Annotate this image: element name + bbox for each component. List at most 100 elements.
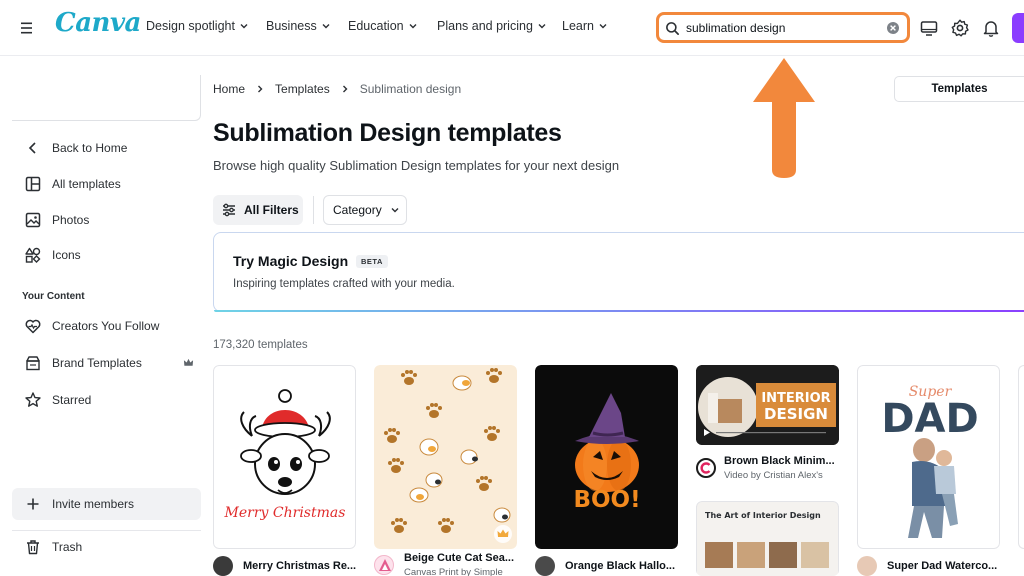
crown-pro-icon bbox=[494, 525, 512, 543]
card-subtitle: Video by Cristian Alex's bbox=[724, 470, 823, 481]
chevron-down-icon bbox=[240, 24, 248, 29]
breadcrumb-current: Sublimation design bbox=[359, 82, 462, 96]
filter-sliders-icon bbox=[223, 203, 235, 217]
magic-design-title: Try Magic Design bbox=[233, 253, 349, 269]
sidebar-item-label: Trash bbox=[52, 540, 83, 554]
sidebar-item-trash[interactable]: Trash bbox=[24, 538, 82, 556]
clear-search-icon[interactable] bbox=[886, 21, 900, 35]
tab-templates[interactable]: Templates bbox=[894, 76, 1024, 102]
page-title: Sublimation Design templates bbox=[213, 119, 562, 147]
card-art-text: Merry Christmas bbox=[224, 505, 346, 521]
magic-design-banner[interactable]: Try Magic Design BETA Inspiring template… bbox=[213, 232, 1024, 312]
results-count: 173,320 templates bbox=[213, 339, 308, 351]
sidebar-back-home[interactable]: Back to Home bbox=[24, 139, 127, 157]
sidebar-item-icons[interactable]: Icons bbox=[24, 246, 81, 264]
nav-design-spotlight[interactable]: Design spotlight bbox=[146, 19, 266, 33]
breadcrumb: Home Templates Sublimation design bbox=[213, 82, 461, 96]
top-bar: Canva Design spotlight Business Educatio… bbox=[0, 0, 1024, 56]
template-thumbnail: Merry Christmas bbox=[213, 365, 356, 549]
card-title[interactable]: Orange Black Hallo... bbox=[565, 560, 678, 572]
chevron-right-icon bbox=[342, 85, 348, 93]
card-footer: Beige Cute Cat Sea... Canvas Print by Si… bbox=[374, 552, 517, 576]
super-dad-illustration: Super DAD bbox=[881, 384, 979, 538]
breadcrumb-home[interactable]: Home bbox=[213, 82, 245, 96]
templates-layout-icon bbox=[25, 176, 41, 192]
nav-label: Design spotlight bbox=[146, 19, 235, 33]
notifications-bell-icon[interactable] bbox=[981, 18, 1001, 38]
card-footer: Super Dad Waterco... bbox=[857, 556, 1000, 576]
chevron-down-icon bbox=[322, 24, 330, 29]
template-card[interactable]: The Art of Interior Design bbox=[696, 501, 839, 576]
nav-business[interactable]: Business bbox=[266, 19, 348, 33]
nav-plans-pricing[interactable]: Plans and pricing bbox=[437, 19, 562, 33]
template-card[interactable] bbox=[374, 365, 517, 549]
sidebar-item-photos[interactable]: Photos bbox=[24, 211, 89, 229]
card-art-text: DAD bbox=[881, 396, 978, 442]
template-card[interactable]: BOO! bbox=[535, 365, 678, 549]
template-card[interactable]: Super DAD bbox=[857, 365, 1000, 549]
desktop-app-icon[interactable] bbox=[919, 18, 939, 38]
template-card[interactable]: Merry Christmas bbox=[213, 365, 356, 549]
chevron-down-icon bbox=[538, 24, 546, 29]
card-title[interactable]: Beige Cute Cat Sea... bbox=[404, 552, 517, 564]
create-design-button[interactable] bbox=[1012, 13, 1024, 43]
up-arrow-annotation-icon bbox=[753, 58, 815, 178]
template-thumbnail: The Art of Interior Design bbox=[696, 501, 839, 576]
all-filters-label: All Filters bbox=[244, 203, 299, 217]
interior-video-art: INTERIOR DESIGN bbox=[696, 365, 839, 445]
sidebar-item-label: Creators You Follow bbox=[52, 319, 160, 333]
search-box[interactable] bbox=[656, 12, 910, 43]
canva-logo[interactable]: Canva bbox=[55, 8, 141, 38]
photo-icon bbox=[25, 212, 41, 228]
chevron-left-icon bbox=[28, 142, 36, 154]
sidebar-item-starred[interactable]: Starred bbox=[24, 391, 91, 409]
card-art-text: BOO! bbox=[573, 487, 640, 513]
trash-icon bbox=[27, 540, 39, 555]
sidebar-item-label: All templates bbox=[52, 177, 121, 191]
chevron-right-icon bbox=[258, 85, 263, 93]
card-title[interactable]: Merry Christmas Re... bbox=[243, 560, 356, 572]
settings-gear-icon[interactable] bbox=[950, 18, 970, 38]
shapes-icon bbox=[25, 247, 41, 263]
breadcrumb-templates[interactable]: Templates bbox=[275, 82, 330, 96]
all-filters-button[interactable]: All Filters bbox=[213, 195, 303, 225]
invite-members-button[interactable]: Invite members bbox=[12, 488, 201, 520]
pumpkin-illustration: BOO! bbox=[573, 393, 641, 513]
cat-paw-pattern bbox=[384, 368, 511, 533]
nav-label: Learn bbox=[562, 19, 594, 33]
template-thumbnail: Super DAD bbox=[857, 365, 1000, 549]
search-input[interactable] bbox=[686, 19, 876, 37]
sidebar-section-heading: Your Content bbox=[22, 291, 85, 302]
creator-logo-icon bbox=[379, 559, 391, 571]
creator-avatar bbox=[374, 555, 394, 575]
template-card-partial[interactable] bbox=[1018, 365, 1024, 549]
main-nav: Design spotlight Business Education Plan… bbox=[146, 19, 632, 33]
invite-label: Invite members bbox=[52, 497, 135, 511]
interior-brochure-art: The Art of Interior Design bbox=[705, 511, 829, 568]
nav-learn[interactable]: Learn bbox=[562, 19, 632, 33]
sidebar-item-brand-templates[interactable]: Brand Templates bbox=[24, 354, 142, 372]
card-footer: Orange Black Hallo... bbox=[535, 556, 678, 576]
search-icon bbox=[666, 22, 679, 35]
heart-pulse-icon bbox=[25, 319, 41, 334]
sidebar-item-all-templates[interactable]: All templates bbox=[24, 175, 121, 193]
sidebar-item-label: Starred bbox=[52, 393, 92, 407]
template-thumbnail: BOO! bbox=[535, 365, 678, 549]
filter-divider bbox=[313, 196, 314, 224]
template-card[interactable]: INTERIOR DESIGN bbox=[696, 365, 839, 445]
sidebar-item-creators[interactable]: Creators You Follow bbox=[24, 317, 159, 335]
nav-education[interactable]: Education bbox=[348, 19, 437, 33]
sidebar-item-label: Brand Templates bbox=[52, 356, 142, 370]
chevron-down-icon bbox=[599, 24, 607, 29]
category-dropdown[interactable]: Category bbox=[323, 195, 407, 225]
crown-pro-icon bbox=[183, 358, 194, 366]
card-art-text: The Art of Interior Design bbox=[705, 511, 821, 520]
card-title[interactable]: Brown Black Minim... bbox=[724, 455, 839, 467]
beta-badge: BETA bbox=[356, 255, 388, 268]
menu-icon[interactable] bbox=[18, 18, 38, 38]
creator-avatar bbox=[213, 556, 233, 576]
nav-label: Business bbox=[266, 19, 317, 33]
card-footer: Brown Black Minim... Video by Cristian A… bbox=[696, 455, 839, 481]
card-title[interactable]: Super Dad Waterco... bbox=[887, 560, 1000, 572]
template-thumbnail bbox=[374, 365, 517, 549]
